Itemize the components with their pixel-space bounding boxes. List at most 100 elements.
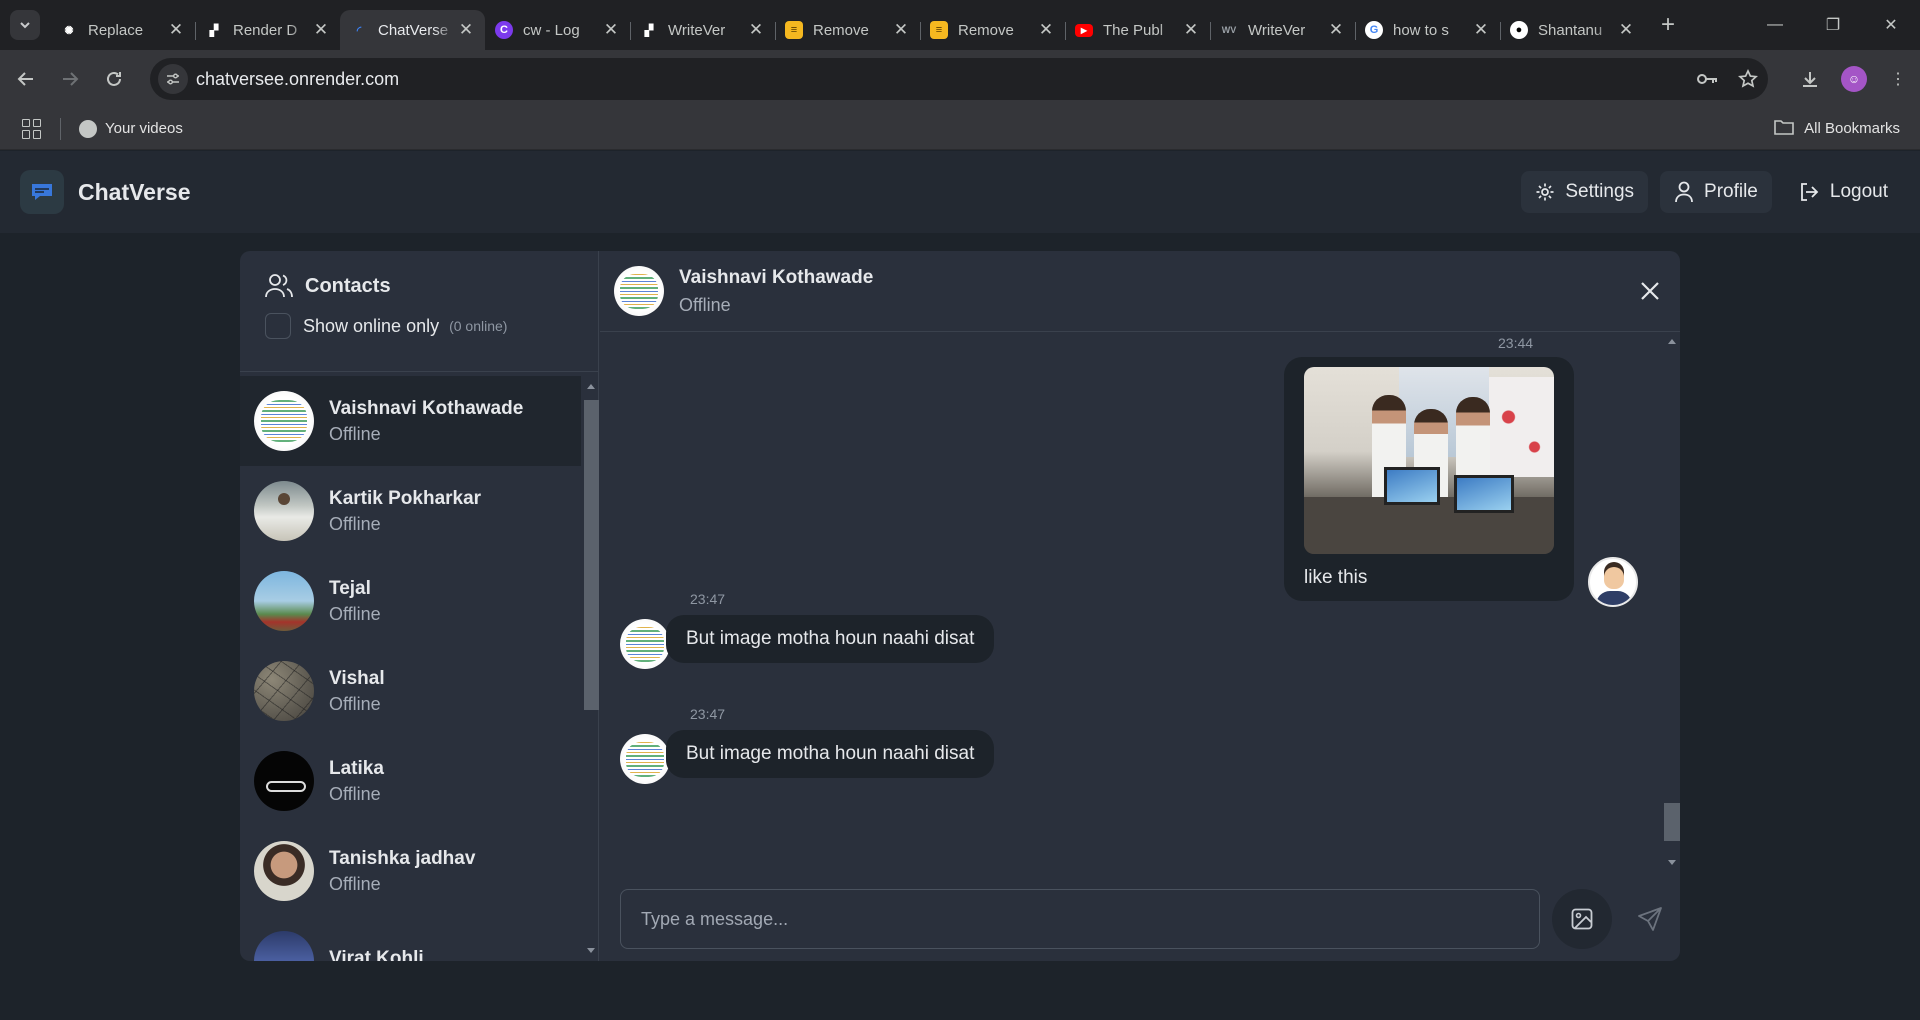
bookmark-your-videos[interactable]: Your videos xyxy=(79,119,183,138)
avatar xyxy=(614,266,664,316)
close-icon[interactable]: ✕ xyxy=(312,20,330,40)
globe-icon xyxy=(79,119,97,138)
contact-name: Tejal xyxy=(329,577,371,599)
browser-tab[interactable]: ✺ Replace ✕ xyxy=(50,10,195,50)
close-icon[interactable]: ✕ xyxy=(1037,20,1055,40)
password-key-icon[interactable] xyxy=(1688,72,1728,86)
close-icon[interactable]: ✕ xyxy=(747,20,765,40)
download-icon[interactable] xyxy=(1788,69,1832,89)
bookmark-label: Your videos xyxy=(105,120,183,137)
logout-button[interactable]: Logout xyxy=(1784,171,1902,213)
tab-title: Remove xyxy=(813,21,869,39)
plus-icon: + xyxy=(1660,11,1675,38)
tab-search-button[interactable] xyxy=(10,10,40,40)
browser-tab[interactable]: C cw - Log ✕ xyxy=(485,10,630,50)
browser-tab[interactable]: ▞ WriteVer ✕ xyxy=(630,10,775,50)
brand-name[interactable]: ChatVerse xyxy=(78,179,191,206)
browser-tab-active[interactable]: ◜ ChatVerse ✕ xyxy=(340,10,485,50)
github-icon: ● xyxy=(1510,21,1528,39)
browser-tab[interactable]: ≡ Remove ✕ xyxy=(920,10,1065,50)
apps-grid-icon[interactable] xyxy=(22,118,42,139)
close-icon[interactable]: ✕ xyxy=(1182,20,1200,40)
chat-logo-icon[interactable] xyxy=(20,170,64,214)
scroll-up-icon[interactable] xyxy=(1668,339,1676,344)
close-icon[interactable]: ✕ xyxy=(892,20,910,40)
bookmarks-bar: Your videos All Bookmarks xyxy=(0,108,1920,150)
settings-label: Settings xyxy=(1565,181,1635,202)
minimize-icon[interactable]: — xyxy=(1746,0,1804,50)
avatar xyxy=(620,734,670,784)
close-window-icon[interactable]: ✕ xyxy=(1862,0,1920,50)
contact-status: Offline xyxy=(329,603,381,624)
contact-name: Tanishka jadhav xyxy=(329,847,476,869)
scroll-down-icon[interactable] xyxy=(587,948,595,953)
attach-image-button[interactable] xyxy=(1552,889,1612,949)
contact-item[interactable]: Virat Kohli xyxy=(240,916,581,961)
send-button[interactable] xyxy=(1620,889,1680,949)
online-filter: Show online only (0 online) xyxy=(265,313,598,339)
close-icon[interactable]: ✕ xyxy=(457,20,475,40)
browser-tab[interactable]: WV WriteVer ✕ xyxy=(1210,10,1355,50)
url-text[interactable]: chatversee.onrender.com xyxy=(196,69,1688,90)
profile-label: Profile xyxy=(1704,181,1758,202)
contact-item[interactable]: Tejal Offline xyxy=(240,556,581,646)
divider xyxy=(60,117,61,140)
reload-button[interactable] xyxy=(96,61,132,97)
folder-icon xyxy=(1774,119,1794,139)
close-icon[interactable]: ✕ xyxy=(1327,20,1345,40)
bookmark-star-icon[interactable] xyxy=(1728,69,1768,89)
address-bar[interactable]: chatversee.onrender.com xyxy=(150,58,1768,100)
close-icon[interactable]: ✕ xyxy=(602,20,620,40)
scroll-thumb[interactable] xyxy=(1664,803,1680,841)
contact-item[interactable]: Vaishnavi Kothawade Offline xyxy=(240,376,581,466)
tab-list: ✺ Replace ✕ ▞ Render D ✕ ◜ ChatVerse ✕ C… xyxy=(50,0,1645,50)
tab-title: Render D xyxy=(233,21,298,39)
messages-scrollbar[interactable] xyxy=(1662,333,1680,873)
message-time: 23:47 xyxy=(690,591,726,607)
close-icon[interactable]: ✕ xyxy=(167,20,185,40)
tab-title: Replace xyxy=(88,21,144,39)
site-info-icon[interactable] xyxy=(158,64,188,94)
settings-button[interactable]: Settings xyxy=(1521,171,1649,213)
browser-tab[interactable]: G how to s ✕ xyxy=(1355,10,1500,50)
close-icon[interactable]: ✕ xyxy=(1472,20,1490,40)
tab-title: The Publ xyxy=(1103,21,1164,39)
show-online-label[interactable]: Show online only xyxy=(303,316,439,337)
google-icon: G xyxy=(1365,21,1383,39)
close-chat-button[interactable] xyxy=(1634,275,1666,307)
contact-item[interactable]: Kartik Pokharkar Offline xyxy=(240,466,581,556)
all-bookmarks[interactable]: All Bookmarks xyxy=(1774,119,1900,139)
more-menu-icon[interactable]: ⋮ xyxy=(1876,69,1920,89)
contact-list: Vaishnavi Kothawade Offline Kartik Pokha… xyxy=(240,376,581,961)
new-tab-button[interactable]: + xyxy=(1653,10,1683,40)
browser-tab[interactable]: ▞ Render D ✕ xyxy=(195,10,340,50)
message-time: 23:44 xyxy=(1498,335,1534,351)
message-image[interactable] xyxy=(1304,367,1554,554)
show-online-checkbox[interactable] xyxy=(265,313,291,339)
reload-icon xyxy=(107,71,121,86)
browser-tab[interactable]: ≡ Remove ✕ xyxy=(775,10,920,50)
restore-icon[interactable]: ❐ xyxy=(1804,0,1862,50)
browser-tab[interactable]: ● Shantanu ✕ xyxy=(1500,10,1645,50)
scroll-up-icon[interactable] xyxy=(587,384,595,389)
back-button[interactable] xyxy=(8,61,44,97)
contacts-scrollbar[interactable] xyxy=(582,376,599,961)
profile-avatar[interactable]: ☺ xyxy=(1832,66,1876,92)
message-input[interactable] xyxy=(620,889,1540,949)
scroll-down-icon[interactable] xyxy=(1668,860,1676,865)
contact-status: Offline xyxy=(329,783,381,804)
avatar xyxy=(254,841,314,901)
contacts-title: Contacts xyxy=(265,273,598,299)
contacts-title-text: Contacts xyxy=(305,274,391,297)
conversation-header: Vaishnavi Kothawade Offline xyxy=(600,251,1680,332)
close-icon[interactable]: ✕ xyxy=(1617,20,1635,40)
message-text: But image motha houn naahi disat xyxy=(686,743,975,764)
contact-item[interactable]: Latika Offline xyxy=(240,736,581,826)
forward-button[interactable] xyxy=(52,61,88,97)
browser-tab[interactable]: ▶ The Publ ✕ xyxy=(1065,10,1210,50)
scroll-thumb[interactable] xyxy=(584,400,599,710)
nav-actions: Settings Profile Logout xyxy=(1521,171,1902,213)
profile-button[interactable]: Profile xyxy=(1660,171,1772,213)
contact-item[interactable]: Tanishka jadhav Offline xyxy=(240,826,581,916)
contact-item[interactable]: Vishal Offline xyxy=(240,646,581,736)
